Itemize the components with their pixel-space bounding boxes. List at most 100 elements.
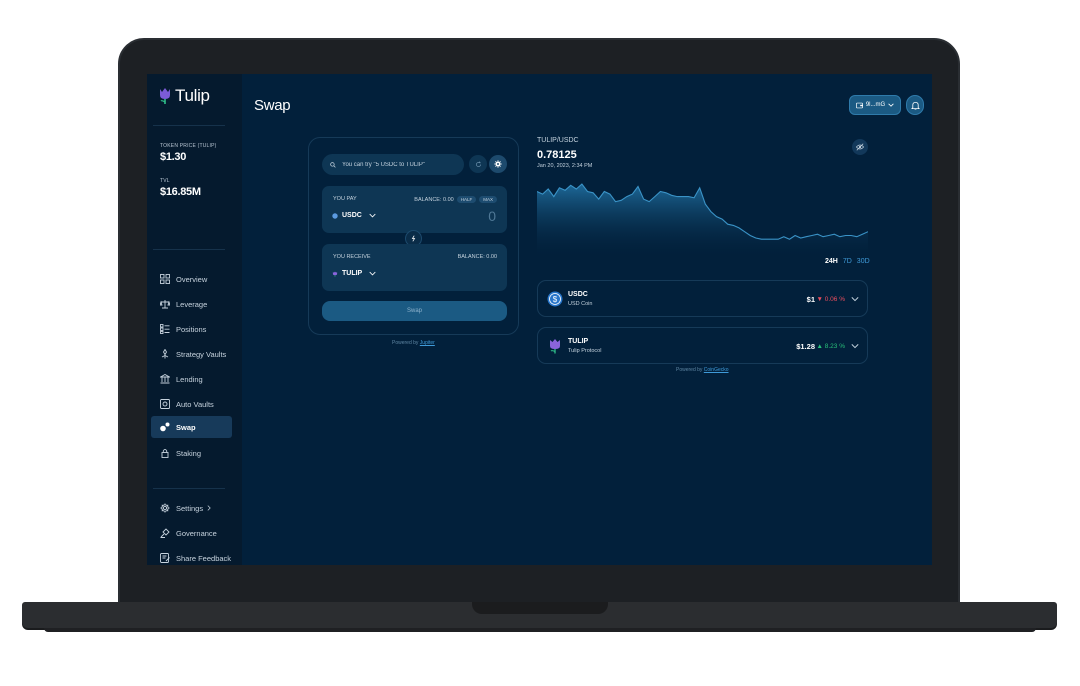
sidebar-item-label: Staking <box>176 448 202 458</box>
coin-name: USD Coin <box>568 301 593 307</box>
laptop-notch <box>472 602 608 614</box>
sidebar-item-staking[interactable]: Staking <box>151 442 232 464</box>
pay-balance-text: BALANCE: 0.00 <box>414 196 454 203</box>
sidebar-item-strategy-vaults[interactable]: Strategy Vaults <box>151 343 232 365</box>
gear-icon <box>160 503 170 513</box>
chevron-down-icon <box>888 103 894 107</box>
chart-price: 0.78125 <box>537 149 577 161</box>
scales-icon <box>160 300 170 309</box>
app-screen: Tulip TOKEN PRICE (TULIP) $1.30 TVL $16.… <box>147 74 932 565</box>
powered-by-jupiter: Powered by Jupiter <box>392 340 435 346</box>
sidebar-item-label: Positions <box>176 324 207 334</box>
swap-search[interactable] <box>322 154 464 175</box>
chart-date: Jan 20, 2023, 2:34 PM <box>537 163 593 169</box>
sidebar-item-label: Leverage <box>176 299 208 309</box>
coin-change: ▼ 0.06 % <box>816 296 845 303</box>
governance-icon <box>160 528 170 538</box>
pay-balance: BALANCE: 0.00 HALF MAX <box>414 196 497 203</box>
range-30d-button[interactable]: 30D <box>857 258 870 265</box>
sidebar-item-overview[interactable]: Overview <box>151 268 232 290</box>
sidebar-item-leverage[interactable]: Leverage <box>151 293 232 315</box>
price-area-chart[interactable] <box>537 175 868 256</box>
feedback-icon <box>160 553 170 563</box>
coin-change: ▲ 8.23 % <box>816 343 845 350</box>
tvl-label: TVL <box>160 178 170 184</box>
pay-label: YOU PAY <box>333 196 357 202</box>
vault-icon <box>160 399 170 409</box>
notifications-button[interactable] <box>906 95 924 115</box>
coin-card-tulip[interactable]: TULIP Tulip Protocol $1.28 ▲ 8.23 % <box>537 327 868 364</box>
receive-token-select[interactable]: TULIP <box>332 270 376 277</box>
receive-label: YOU RECEIVE <box>333 254 371 260</box>
sidebar-item-governance[interactable]: Governance <box>151 522 232 544</box>
wallet-address: 9l...mG <box>865 102 886 108</box>
sidebar-item-label: Swap <box>176 422 196 432</box>
chart-pair: TULIP/USDC <box>537 137 579 144</box>
max-button[interactable]: MAX <box>479 196 497 203</box>
pay-token-select[interactable]: USDC <box>332 212 376 219</box>
range-7d-button[interactable]: 7D <box>843 258 852 265</box>
svg-text:$: $ <box>553 295 558 304</box>
receive-pane: YOU RECEIVE BALANCE: 0.00 TULIP <box>322 244 507 291</box>
sidebar-item-label: Auto Vaults <box>176 399 214 409</box>
swap-button[interactable]: Swap <box>322 301 507 321</box>
coin-price: $1.28 <box>796 342 815 351</box>
tvl-value: $16.85M <box>160 186 201 198</box>
sidebar-divider <box>153 488 225 489</box>
gear-icon <box>494 160 502 168</box>
powered-by-coingecko: Powered by CoinGecko <box>676 367 729 373</box>
coin-card-usdc[interactable]: $ USDC USD Coin $1 ▼ 0.06 % <box>537 280 868 317</box>
page-title: Swap <box>254 97 291 114</box>
logo-text: Tulip <box>175 86 210 105</box>
sidebar-item-positions[interactable]: Positions <box>151 318 232 340</box>
sidebar-item-label: Lending <box>176 374 203 384</box>
refresh-icon <box>475 161 481 167</box>
logo[interactable]: Tulip <box>159 86 210 106</box>
pay-amount-input[interactable]: 0 <box>488 208 496 224</box>
chevron-right-icon <box>207 505 211 511</box>
coingecko-link[interactable]: CoinGecko <box>704 367 729 373</box>
hide-chart-button[interactable] <box>852 139 868 155</box>
range-24h-button[interactable]: 24H <box>825 258 838 265</box>
sidebar-item-swap[interactable]: Swap <box>151 416 232 438</box>
chevron-down-icon[interactable] <box>851 295 859 303</box>
swap-card: YOU PAY BALANCE: 0.00 HALF MAX USDC 0 YO… <box>308 137 519 335</box>
sidebar-item-share-feedback[interactable]: Share Feedback <box>151 547 232 565</box>
switch-arrows-icon <box>411 235 416 242</box>
tulip-logo-icon <box>160 88 170 104</box>
usdc-icon: $ <box>547 291 563 307</box>
sidebar-item-lending[interactable]: Lending <box>151 368 232 390</box>
coin-symbol: TULIP <box>568 338 589 345</box>
lock-icon <box>161 448 169 458</box>
sidebar-item-label: Governance <box>176 528 217 538</box>
bell-icon <box>910 101 920 110</box>
range-selector: 24H 7D 30D <box>825 258 870 265</box>
coin-price: $1 <box>806 295 815 304</box>
tulip-token-icon <box>332 271 338 277</box>
refresh-button[interactable] <box>469 155 487 173</box>
chevron-down-icon <box>369 213 376 218</box>
jupiter-link[interactable]: Jupiter <box>420 340 435 346</box>
search-input[interactable] <box>342 161 457 168</box>
search-icon <box>330 161 336 168</box>
strategy-icon <box>161 349 169 359</box>
wallet-button[interactable]: 9l...mG <box>849 95 901 115</box>
pay-token-symbol: USDC <box>342 212 362 219</box>
sidebar-item-label: Overview <box>176 274 208 284</box>
price-chart-panel: TULIP/USDC 0.78125 Jan 20, 2023, 2:34 PM… <box>537 137 870 267</box>
usdc-icon <box>332 212 338 219</box>
list-icon <box>160 324 170 334</box>
sidebar-item-auto-vaults[interactable]: Auto Vaults <box>151 393 232 415</box>
sidebar-item-settings[interactable]: Settings <box>151 497 232 519</box>
sidebar-item-label: Settings <box>176 503 204 513</box>
sidebar-divider <box>153 249 225 250</box>
chevron-down-icon <box>369 271 376 276</box>
coin-name: Tulip Protocol <box>568 348 602 354</box>
chevron-down-icon[interactable] <box>851 342 859 350</box>
wallet-icon <box>855 102 863 108</box>
sidebar: Tulip TOKEN PRICE (TULIP) $1.30 TVL $16.… <box>147 74 242 565</box>
powered-prefix: Powered by <box>392 340 420 346</box>
swap-settings-button[interactable] <box>489 155 507 173</box>
half-button[interactable]: HALF <box>456 196 477 203</box>
eye-off-icon <box>856 143 864 151</box>
